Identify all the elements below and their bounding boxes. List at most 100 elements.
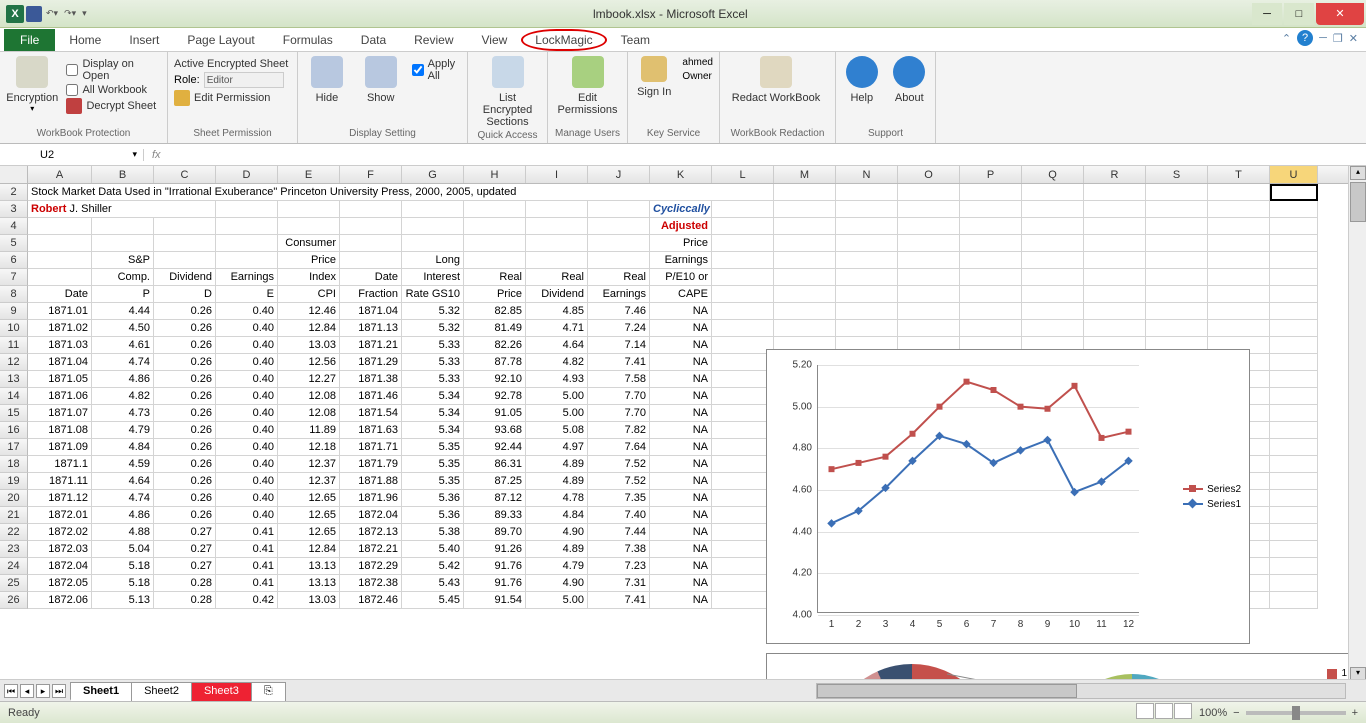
cell[interactable]: NA	[650, 541, 712, 558]
sheet-tab[interactable]: Sheet1	[70, 682, 132, 701]
cell[interactable]: 1871.03	[28, 337, 92, 354]
vertical-scrollbar[interactable]: ▴ ▾	[1348, 166, 1366, 681]
cell[interactable]	[340, 218, 402, 235]
cell[interactable]	[712, 303, 774, 320]
cell[interactable]	[1208, 201, 1270, 218]
cell[interactable]	[1022, 218, 1084, 235]
cell[interactable]	[1022, 235, 1084, 252]
cell[interactable]: 0.40	[216, 422, 278, 439]
cell[interactable]	[1208, 252, 1270, 269]
cell[interactable]: 5.13	[92, 592, 154, 609]
cell[interactable]	[960, 252, 1022, 269]
cell[interactable]: 12.84	[278, 320, 340, 337]
cell[interactable]: 5.33	[402, 354, 464, 371]
cell[interactable]: 7.70	[588, 388, 650, 405]
pie-chart[interactable]: 1234567	[766, 653, 1358, 679]
cell[interactable]: 4.61	[92, 337, 154, 354]
cell[interactable]	[588, 252, 650, 269]
cell[interactable]	[1208, 218, 1270, 235]
cell[interactable]	[1270, 218, 1318, 235]
cell[interactable]	[712, 575, 774, 592]
cell[interactable]: 4.90	[526, 575, 588, 592]
cell[interactable]: Comp.	[92, 269, 154, 286]
cell[interactable]: Date	[28, 286, 92, 303]
cell[interactable]: 1871.21	[340, 337, 402, 354]
cell[interactable]	[712, 286, 774, 303]
encryption-button[interactable]: Encryption ▾	[6, 56, 58, 113]
cell[interactable]: NA	[650, 524, 712, 541]
cell[interactable]: 7.23	[588, 558, 650, 575]
col-header[interactable]: G	[402, 166, 464, 183]
cell[interactable]	[588, 201, 650, 218]
cell[interactable]: 4.82	[526, 354, 588, 371]
cell[interactable]: 1871.06	[28, 388, 92, 405]
cell[interactable]: 5.35	[402, 473, 464, 490]
cell[interactable]: Real	[526, 269, 588, 286]
cell[interactable]	[712, 405, 774, 422]
cell[interactable]: 1872.46	[340, 592, 402, 609]
cell[interactable]	[1146, 184, 1208, 201]
save-icon[interactable]	[26, 6, 42, 22]
cell[interactable]: Fraction	[340, 286, 402, 303]
row-header[interactable]: 20	[0, 490, 28, 507]
cell[interactable]: 0.40	[216, 507, 278, 524]
cell[interactable]: 7.58	[588, 371, 650, 388]
doc-close-icon[interactable]: ✕	[1349, 32, 1358, 45]
cell[interactable]	[154, 235, 216, 252]
cell[interactable]: P	[92, 286, 154, 303]
view-buttons[interactable]	[1136, 703, 1193, 722]
cell[interactable]: 1871.54	[340, 405, 402, 422]
cell[interactable]: NA	[650, 575, 712, 592]
col-header[interactable]: U	[1270, 166, 1318, 183]
cell[interactable]: 1872.21	[340, 541, 402, 558]
doc-restore-icon[interactable]: ❐	[1333, 32, 1343, 45]
cell[interactable]: 89.70	[464, 524, 526, 541]
cell[interactable]	[526, 252, 588, 269]
maximize-button[interactable]: □	[1284, 3, 1314, 25]
cell[interactable]: 86.31	[464, 456, 526, 473]
doc-min-icon[interactable]: ─	[1319, 32, 1327, 44]
cell[interactable]: 0.41	[216, 524, 278, 541]
insert-sheet-icon[interactable]: ⎘	[251, 682, 286, 701]
cell[interactable]: 0.27	[154, 558, 216, 575]
cell[interactable]	[588, 235, 650, 252]
cell[interactable]: 92.10	[464, 371, 526, 388]
row-header[interactable]: 26	[0, 592, 28, 609]
cell[interactable]: Price	[650, 235, 712, 252]
cell[interactable]: 1871.02	[28, 320, 92, 337]
cell[interactable]	[1270, 439, 1318, 456]
cell[interactable]: Earnings	[216, 269, 278, 286]
help-icon[interactable]: ?	[1297, 30, 1313, 46]
cell[interactable]	[1270, 592, 1318, 609]
cell[interactable]: E	[216, 286, 278, 303]
cell[interactable]: 93.68	[464, 422, 526, 439]
cell[interactable]: 4.82	[92, 388, 154, 405]
col-header[interactable]: M	[774, 166, 836, 183]
cell[interactable]	[28, 252, 92, 269]
cell[interactable]: 12.08	[278, 388, 340, 405]
zoom-slider[interactable]	[1246, 711, 1346, 715]
cell[interactable]: 12.37	[278, 473, 340, 490]
col-header[interactable]: F	[340, 166, 402, 183]
cell[interactable]	[1270, 320, 1318, 337]
line-chart[interactable]: 4.004.204.404.604.805.005.20123456789101…	[766, 349, 1250, 644]
cell[interactable]	[1084, 235, 1146, 252]
cell[interactable]: 5.45	[402, 592, 464, 609]
cell[interactable]: 4.44	[92, 303, 154, 320]
cell[interactable]: 4.79	[92, 422, 154, 439]
cell[interactable]	[1208, 320, 1270, 337]
tab-home[interactable]: Home	[55, 29, 115, 51]
cell[interactable]: 4.89	[526, 456, 588, 473]
cell[interactable]	[1270, 422, 1318, 439]
cell[interactable]: 4.84	[92, 439, 154, 456]
cell[interactable]	[1270, 541, 1318, 558]
cell[interactable]: D	[154, 286, 216, 303]
cell[interactable]	[1022, 320, 1084, 337]
cell[interactable]	[1208, 303, 1270, 320]
about-button[interactable]: About	[890, 56, 930, 104]
cell[interactable]	[1270, 507, 1318, 524]
cell[interactable]	[526, 235, 588, 252]
cell[interactable]	[712, 184, 774, 201]
cell[interactable]: 7.52	[588, 456, 650, 473]
cell[interactable]	[1146, 320, 1208, 337]
